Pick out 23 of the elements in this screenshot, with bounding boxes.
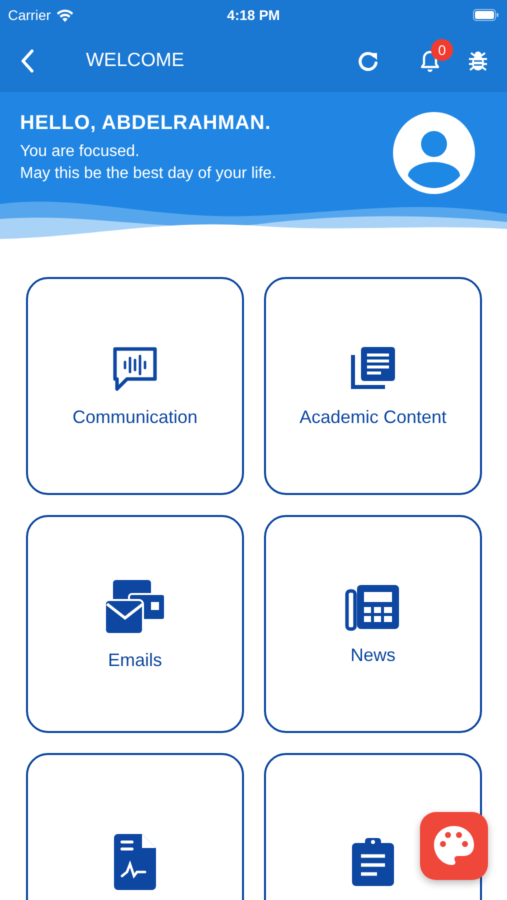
refresh-icon: [357, 50, 379, 72]
menu-card[interactable]: Academic Content: [264, 277, 482, 495]
newspaper-icon: [345, 582, 401, 630]
carrier-label: Carrier: [8, 7, 51, 23]
avatar-icon[interactable]: [393, 112, 475, 194]
status-time: 4:18 PM: [226, 7, 281, 23]
notification-badge: 0: [431, 39, 453, 61]
motivation-text: May this be the best day of your life.: [20, 165, 276, 183]
greeting-heading: HELLO, ABDELRAHMAN.: [20, 112, 272, 135]
signed-document-icon: [114, 834, 156, 890]
mail-cards-icon: [103, 578, 167, 636]
menu-card[interactable]: Emails: [26, 515, 244, 733]
clipboard-icon: [352, 838, 394, 886]
menu-card[interactable]: News: [264, 515, 482, 733]
menu-card[interactable]: Communication: [26, 277, 244, 495]
wifi-icon: [56, 8, 74, 22]
chat-waveform-icon: [111, 344, 159, 392]
screen-title: WELCOME: [86, 50, 184, 72]
motivation-text: You are focused.: [20, 143, 140, 161]
bug-icon: [467, 50, 489, 72]
palette-button[interactable]: [420, 812, 488, 880]
battery-icon: [473, 9, 499, 21]
back-chevron-icon: [20, 49, 34, 73]
